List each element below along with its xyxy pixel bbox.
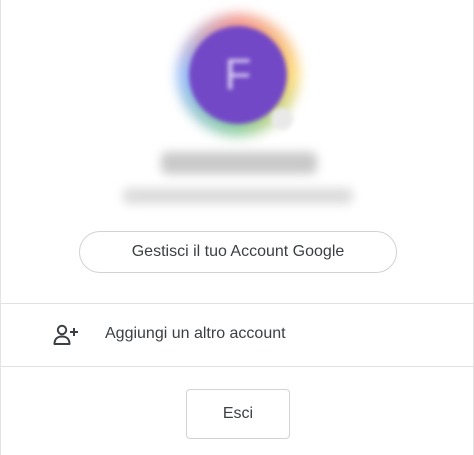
account-menu-panel: F Gestisci il tuo Account Google Aggiung… <box>0 0 474 455</box>
person-add-icon <box>53 324 78 345</box>
add-account-item[interactable]: Aggiungi un altro account <box>1 304 474 366</box>
avatar-circle: F <box>189 26 287 124</box>
sign-out-button[interactable]: Esci <box>186 389 290 439</box>
account-avatar: F <box>177 14 299 136</box>
account-name-redacted <box>161 152 317 174</box>
account-email-redacted <box>123 188 353 204</box>
avatar-camera-badge-icon <box>271 108 293 130</box>
add-account-label: Aggiungi un altro account <box>105 325 286 342</box>
manage-account-button[interactable]: Gestisci il tuo Account Google <box>79 231 397 273</box>
divider-bottom <box>1 366 474 367</box>
